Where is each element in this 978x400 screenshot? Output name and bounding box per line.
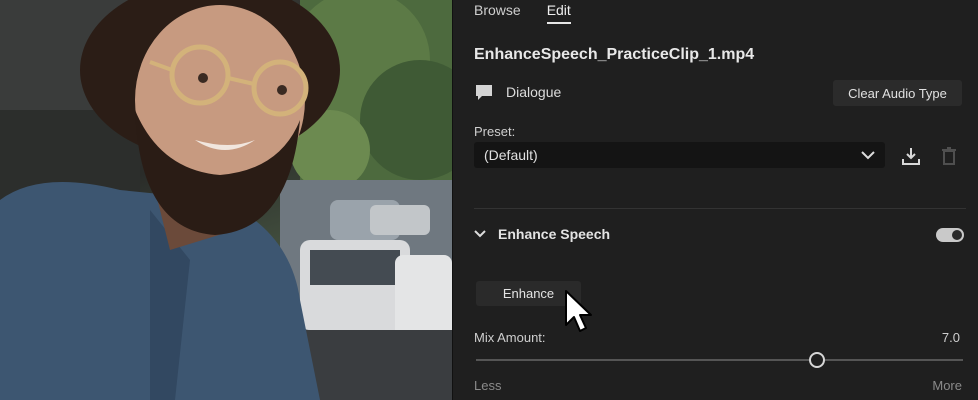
clear-audio-type-button[interactable]: Clear Audio Type	[833, 80, 962, 106]
mix-amount-slider[interactable]	[476, 352, 963, 368]
chevron-down-icon	[861, 151, 875, 160]
tab-browse[interactable]: Browse	[474, 0, 521, 24]
tab-edit[interactable]: Edit	[546, 0, 571, 24]
toggle-knob	[952, 230, 962, 240]
video-frame-illustration	[0, 0, 452, 400]
speech-bubble-icon	[476, 85, 492, 100]
slider-thumb[interactable]	[808, 352, 825, 368]
save-preset-icon[interactable]	[901, 146, 921, 166]
enhance-speech-section-header[interactable]: Enhance Speech	[474, 226, 610, 242]
mix-amount-label: Mix Amount:	[474, 330, 546, 345]
essential-sound-panel: Browse Edit EnhanceSpeech_PracticeClip_1…	[453, 0, 978, 400]
enhance-speech-toggle[interactable]	[936, 228, 964, 242]
clip-filename: EnhanceSpeech_PracticeClip_1.mp4	[474, 46, 755, 63]
chevron-down-icon	[474, 230, 486, 238]
preset-label: Preset:	[474, 124, 516, 139]
audio-type-label: Dialogue	[506, 84, 562, 100]
audio-type-row: Dialogue	[474, 82, 561, 102]
preset-value: (Default)	[484, 147, 538, 163]
preset-dropdown[interactable]: (Default)	[474, 142, 885, 168]
slider-min-label: Less	[474, 378, 502, 393]
slider-max-label: More	[932, 378, 962, 393]
mouse-pointer-icon	[565, 290, 592, 332]
panel-tabs: Browse Edit	[474, 0, 571, 24]
enhance-speech-title: Enhance Speech	[498, 226, 611, 242]
section-divider	[474, 208, 966, 209]
delete-preset-icon[interactable]	[939, 146, 959, 166]
mix-amount-value[interactable]: 7.0	[942, 330, 960, 345]
video-preview	[0, 0, 452, 400]
